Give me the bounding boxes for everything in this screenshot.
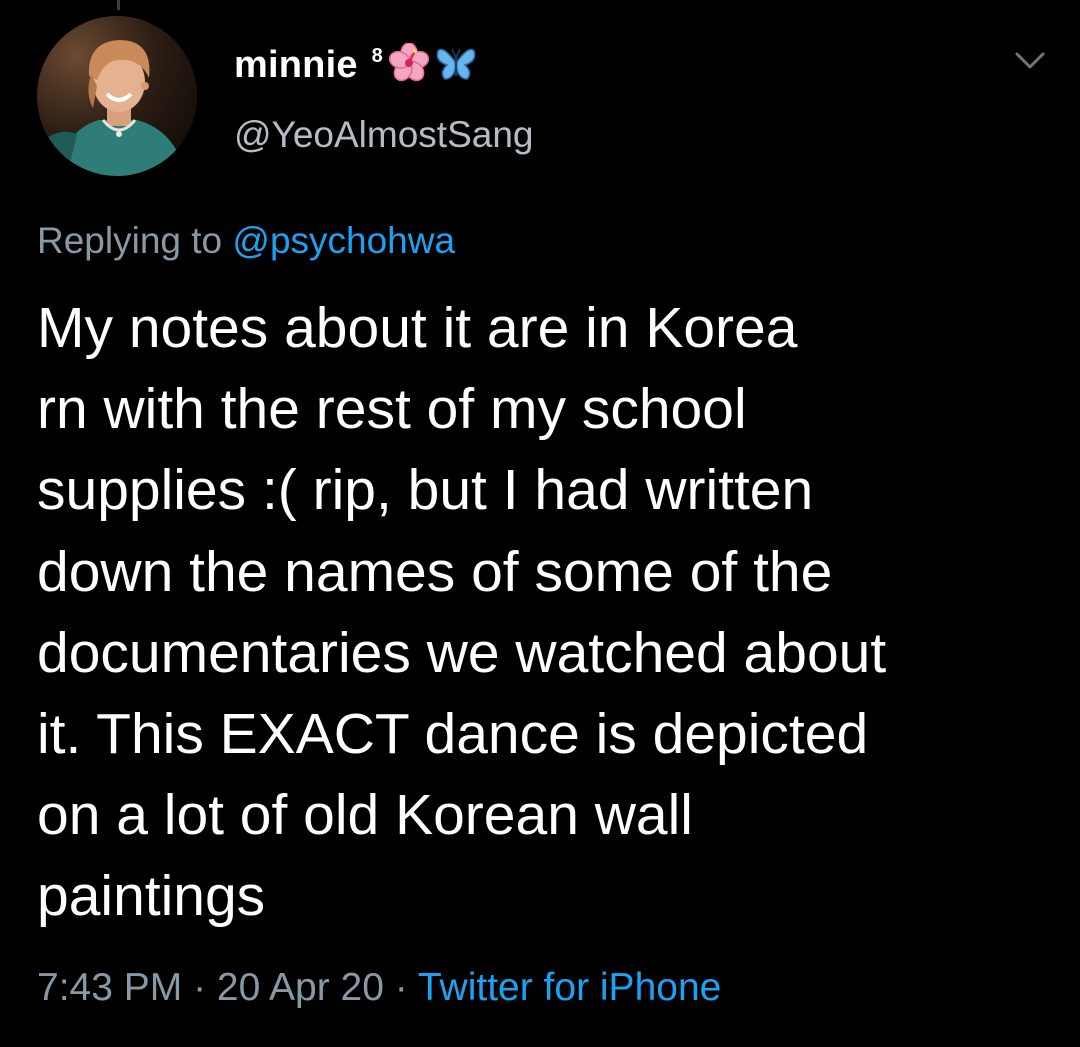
thread-connector-line [117, 0, 120, 10]
hibiscus-icon [388, 41, 429, 88]
chevron-down-icon[interactable] [1014, 50, 1046, 72]
butterfly-icon [435, 43, 477, 88]
display-name[interactable]: minnie [234, 44, 358, 87]
tweet-text: My notes about it are in Korea rn with t… [37, 296, 887, 929]
avatar[interactable] [37, 16, 197, 176]
avatar-photo [37, 16, 197, 176]
author-name-row[interactable]: minnie 8 [234, 40, 477, 90]
author-handle[interactable]: @YeoAlmostSang [234, 114, 534, 156]
name-superscript: 8 [371, 44, 383, 67]
replying-to-link[interactable]: @psychohwa [232, 220, 455, 261]
replying-to-line: Replying to @psychohwa [37, 220, 455, 262]
tweet-time[interactable]: 7:43 PM [37, 966, 182, 1009]
tweet-source-link[interactable]: Twitter for iPhone [418, 966, 721, 1009]
replying-to-prefix: Replying to [37, 220, 223, 261]
tweet-date[interactable]: 20 Apr 20 [217, 966, 384, 1009]
meta-separator: · [182, 966, 217, 1009]
tweet-meta: 7:43 PM · 20 Apr 20 · Twitter for iPhone [37, 966, 721, 1010]
meta-separator-2: · [383, 966, 418, 1009]
